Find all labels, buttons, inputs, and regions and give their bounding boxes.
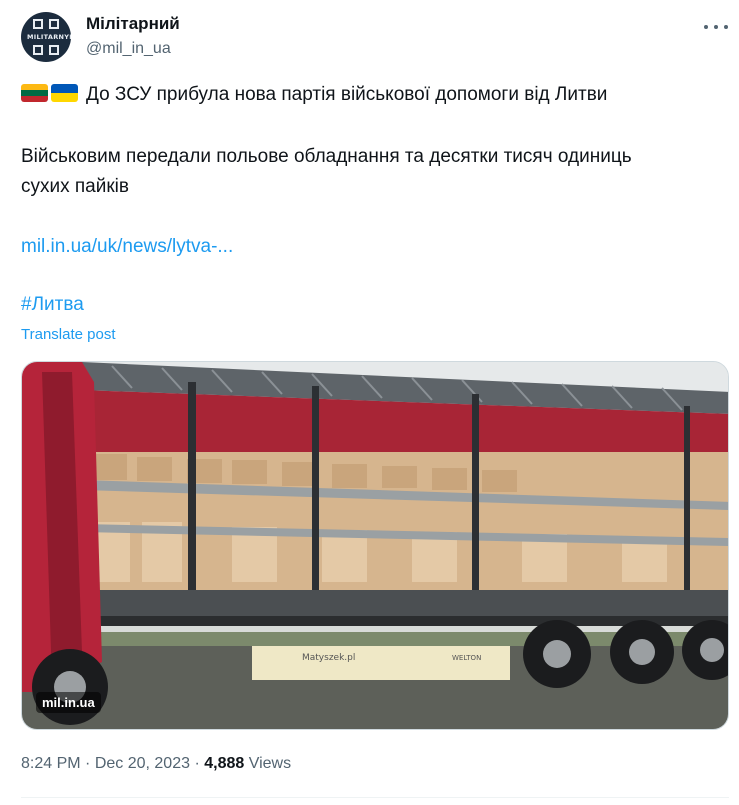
author-handle[interactable]: @mil_in_ua (86, 40, 171, 58)
lithuania-flag-icon (21, 84, 48, 102)
post-body-line-1: Військовим передали польове обладнання т… (21, 146, 632, 167)
avatar[interactable]: MILITARNYI (21, 12, 71, 62)
post-link[interactable]: mil.in.ua/uk/news/lytva-... (21, 236, 233, 258)
truck-photo: Matyszek.pl WELTON (22, 362, 728, 729)
ukraine-flag-icon (51, 84, 78, 102)
translate-post-link[interactable]: Translate post (21, 326, 116, 343)
views-label: Views (244, 755, 292, 772)
post-meta: 8:24 PM · Dec 20, 2023 · 4,888 Views (21, 755, 291, 773)
image-watermark: mil.in.ua (36, 692, 101, 713)
meta-separator: · (80, 755, 95, 772)
post-date[interactable]: Dec 20, 2023 (95, 755, 190, 772)
meta-separator-2: · (190, 755, 205, 772)
hashtag-link[interactable]: #Литва (21, 294, 84, 316)
post-headline-line: До ЗСУ прибула нова партія військової до… (21, 84, 607, 106)
avatar-text: MILITARNYI (27, 33, 71, 41)
post-body-line-2: сухих пайків (21, 176, 129, 197)
author-display-name[interactable]: Мілітарний (86, 14, 180, 34)
more-options-icon[interactable] (704, 18, 728, 36)
post-time[interactable]: 8:24 PM (21, 755, 81, 772)
divider (21, 797, 729, 798)
trailer-brand-text: Matyszek.pl (302, 653, 355, 663)
post-headline: До ЗСУ прибула нова партія військової до… (86, 84, 608, 105)
views-count: 4,888 (204, 755, 245, 772)
post-image[interactable]: Matyszek.pl WELTON (21, 361, 729, 730)
trailer-plate-text: WELTON (452, 654, 481, 662)
